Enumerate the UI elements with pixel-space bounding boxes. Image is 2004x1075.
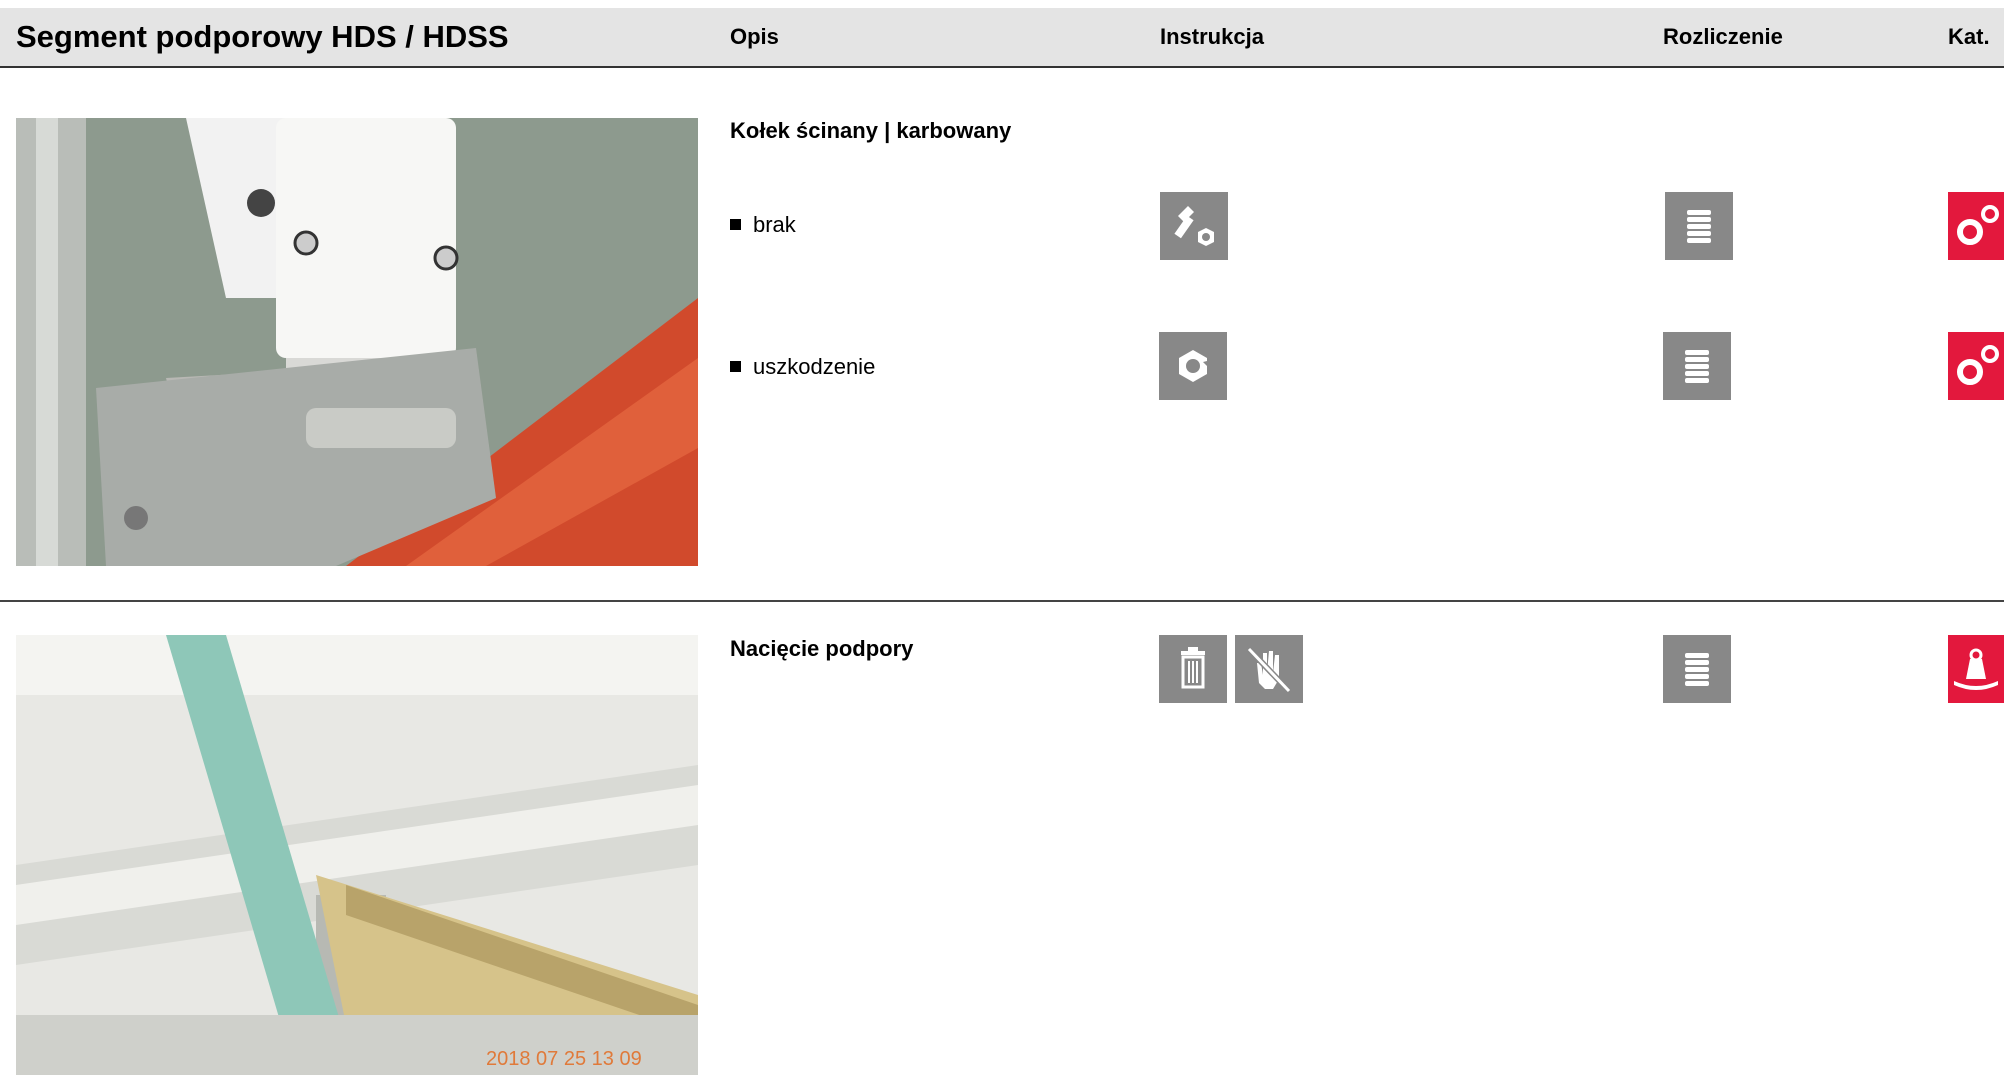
photo-support-notch: 2018 07 25 13 09 [16,635,698,1075]
coins-stack-icon [1663,635,1731,703]
bullet-square-icon [730,360,741,372]
column-header-kat: Kat. [1948,24,1990,49]
coins-stack-icon [1663,332,1731,400]
bullet-square-icon [730,218,741,230]
column-header-instrukcja: Instrukcja [1160,24,1264,49]
trash-icon [1159,635,1227,703]
table-header: Segment podporowy HDS / HDSS Opis Instru… [0,8,2004,68]
photo-timestamp: 2018 07 25 13 09 [486,1048,642,1070]
no-touch-icon [1235,635,1303,703]
gears-icon [1948,192,2004,260]
list-item-label: uszkodzenie [753,354,876,379]
gears-icon [1948,332,2004,400]
broken-nut-icon [1159,332,1227,400]
bolt-nut-icon [1160,192,1228,260]
page-title: Segment podporowy HDS / HDSS [16,19,509,54]
section-title-support-notch: Nacięcie podpory [730,636,914,661]
photo-shear-pin [16,118,698,566]
column-header-rozliczenie: Rozliczenie [1663,24,1783,49]
list-item: brak [730,212,796,238]
column-header-opis: Opis [730,24,779,49]
section-divider [0,600,2004,602]
list-item: uszkodzenie [730,354,875,380]
weight-kg-icon [1948,635,2004,703]
coins-stack-icon [1665,192,1733,260]
list-item-label: brak [753,212,796,237]
section-title-shear-pin: Kołek ścinany | karbowany [730,118,1012,143]
